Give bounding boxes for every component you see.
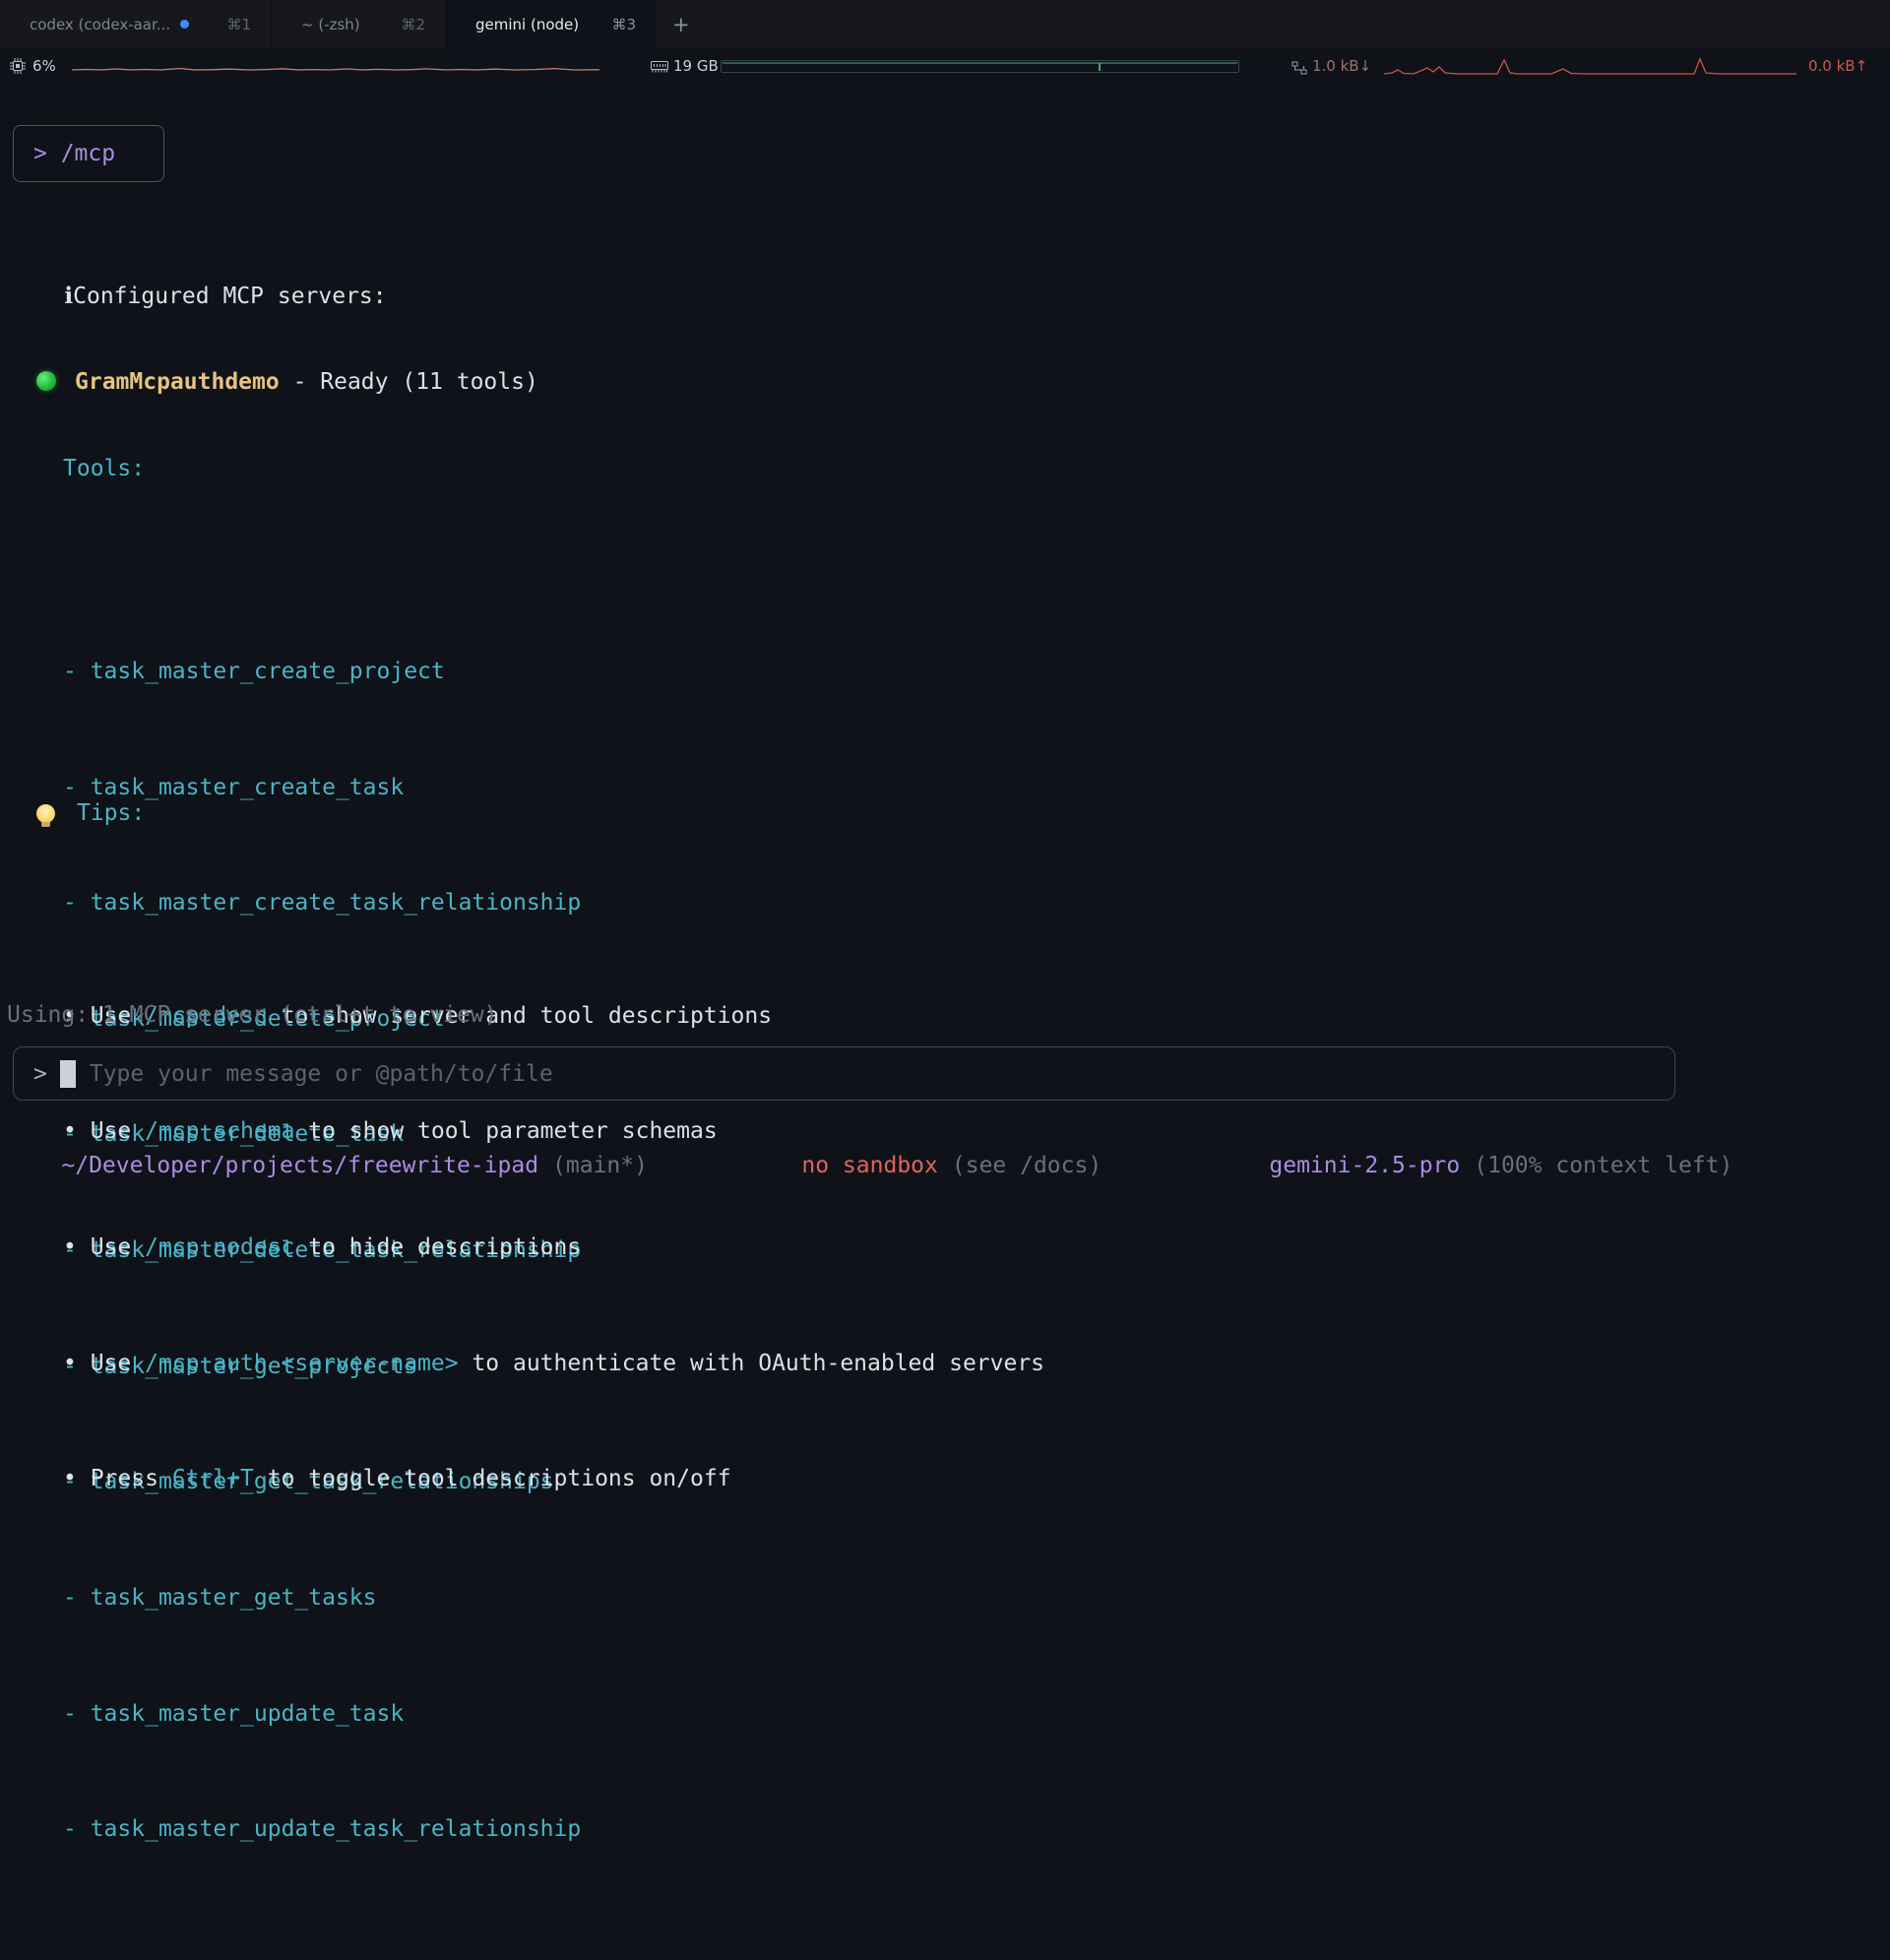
git-branch: (main*) (552, 1153, 648, 1178)
tip-item: • Use /mcp auth <server-name> to authent… (63, 1350, 1044, 1378)
tool-name: task_master_create_project (91, 659, 445, 684)
notification-dot-icon (180, 20, 189, 29)
new-tab-button[interactable]: + (657, 0, 706, 48)
tip-bullet: • (63, 1234, 91, 1260)
tip-command: Ctrl+T (172, 1466, 254, 1491)
network-up-label: 0.0 kB↑ (1808, 57, 1867, 75)
input-prompt: > (33, 1061, 47, 1087)
tab-bar: codex (codex-aar... ⌘1 ~ (-zsh) ⌘2 gemin… (0, 0, 1890, 48)
tool-dash: - (63, 1816, 91, 1842)
context-remaining: (100% context left) (1474, 1153, 1732, 1178)
model-name: gemini-2.5-pro (1269, 1153, 1460, 1178)
tip-command: /mcp auth <server-name> (145, 1351, 459, 1376)
tip-bullet: • (63, 1466, 91, 1491)
cpu-usage-label: 6% (32, 57, 56, 75)
input-cursor (60, 1060, 76, 1088)
memory-usage-label: 19 GB (673, 57, 719, 75)
tools-label: Tools: (63, 455, 581, 483)
info-text: Configured MCP servers: (73, 284, 387, 309)
tab-label: ~ (-zsh) (301, 16, 360, 33)
tool-dash: - (63, 659, 91, 684)
tip-item: • Use /mcp nodesc to hide descriptions (63, 1233, 1044, 1262)
memory-icon (651, 59, 668, 78)
tip-text-post: to toggle tool descriptions on/off (254, 1466, 731, 1491)
system-status-bar: 6% 19 GB 1.0 kB↓ (0, 48, 1890, 85)
tool-list-item: - task_master_update_task (63, 1700, 581, 1729)
terminal-window: codex (codex-aar... ⌘1 ~ (-zsh) ⌘2 gemin… (0, 0, 1890, 1191)
tip-text-pre: Press (91, 1466, 172, 1491)
tips-header: Tips: (36, 799, 1044, 828)
tool-dash: - (63, 1701, 91, 1727)
tool-name: task_master_update_task (91, 1701, 405, 1727)
tip-text-post: to hide descriptions (294, 1234, 581, 1260)
cpu-sparkline (72, 59, 599, 78)
info-icon: ℹ (64, 284, 73, 309)
tab-label: codex (codex-aar... (30, 16, 170, 33)
memory-gauge-tick (1099, 63, 1101, 71)
tab-zsh[interactable]: ~ (-zsh) ⌘2 (272, 0, 446, 48)
tab-shortcut: ⌘3 (611, 16, 636, 33)
footer-right: gemini-2.5-pro (100% context left) (1215, 1123, 1732, 1210)
tab-shortcut: ⌘1 (226, 16, 251, 33)
tool-list-item: - task_master_update_task_relationship (63, 1815, 581, 1844)
footer-left: ~/Developer/projects/freewrite-ipad (main… (7, 1123, 648, 1210)
command-echo-box: > /mcp (13, 125, 164, 182)
server-ready-dot-icon (36, 371, 56, 391)
network-icon (1292, 60, 1307, 79)
tip-text-pre: Use (91, 1234, 145, 1260)
lightbulb-icon (36, 804, 55, 823)
server-line: GramMcpauthdemo - Ready (11 tools) (36, 368, 581, 397)
input-placeholder: Type your message or @path/to/file (90, 1061, 553, 1087)
footer-middle: no sandbox (see /docs) (747, 1123, 1102, 1210)
sandbox-note: (see /docs) (952, 1153, 1102, 1178)
tips-label: Tips: (77, 800, 145, 826)
message-input[interactable]: > Type your message or @path/to/file (13, 1046, 1675, 1101)
tab-shortcut: ⌘2 (401, 16, 425, 33)
cwd-path: ~/Developer/projects/freewrite-ipad (61, 1153, 538, 1178)
tool-name: task_master_update_task_relationship (91, 1816, 582, 1842)
sandbox-status: no sandbox (801, 1153, 937, 1178)
tab-codex[interactable]: codex (codex-aar... ⌘1 (0, 0, 272, 48)
memory-gauge-fill (723, 62, 1237, 64)
tool-list-item: - task_master_create_project (63, 658, 581, 686)
tips-list: • Use /mcp desc to show server and tool … (36, 886, 1044, 1551)
server-status: - Ready (11 tools) (280, 369, 538, 395)
mcp-usage-summary: Using: 1 MCP server (ctrl+t to view) (7, 1001, 498, 1030)
command-text: > /mcp (33, 141, 115, 166)
tab-label: gemini (node) (475, 16, 579, 33)
network-down-label: 1.0 kB↓ (1312, 57, 1371, 75)
network-graph (1384, 55, 1796, 82)
cpu-icon (10, 58, 26, 78)
tab-gemini-active[interactable]: gemini (node) ⌘3 (446, 0, 657, 48)
tip-command: /mcp nodesc (145, 1234, 294, 1260)
memory-gauge (721, 60, 1239, 73)
server-name: GramMcpauthdemo (75, 369, 280, 395)
tip-item: • Press Ctrl+T to toggle tool descriptio… (63, 1465, 1044, 1493)
tip-bullet: • (63, 1351, 91, 1376)
tip-text-pre: Use (91, 1351, 145, 1376)
tip-text-post: to authenticate with OAuth-enabled serve… (459, 1351, 1044, 1376)
